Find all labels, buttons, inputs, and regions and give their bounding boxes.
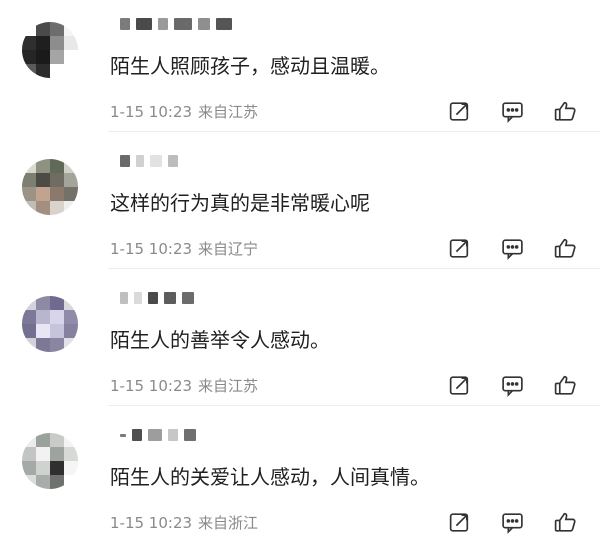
comment-meta: 1-15 10:23 来自辽宁: [110, 239, 258, 259]
avatar[interactable]: [22, 22, 78, 78]
like-icon[interactable]: [553, 99, 578, 124]
comment-icon[interactable]: [500, 236, 525, 261]
share-icon[interactable]: [447, 373, 472, 398]
comment-location: 来自辽宁: [198, 240, 259, 258]
divider: [108, 268, 600, 269]
comment-location: 来自江苏: [198, 103, 259, 121]
comment-actions: [447, 99, 578, 124]
comment-text: 这样的行为真的是非常暖心呢: [110, 191, 370, 215]
avatar[interactable]: [22, 159, 78, 215]
comment-actions: [447, 373, 578, 398]
share-icon[interactable]: [447, 99, 472, 124]
comment-actions: [447, 510, 578, 535]
comment-item: 陌生人的关爱让人感动，人间真情。 1-15 10:23 来自浙江: [0, 411, 600, 543]
username-redacted[interactable]: [120, 153, 178, 169]
share-icon[interactable]: [447, 510, 472, 535]
comment-time: 1-15 10:23: [110, 240, 193, 258]
divider: [108, 405, 600, 406]
comment-location: 来自江苏: [198, 377, 259, 395]
comment-item: 这样的行为真的是非常暖心呢 1-15 10:23 来自辽宁: [0, 137, 600, 269]
comment-item: 陌生人照顾孩子，感动且温暖。 1-15 10:23 来自江苏: [0, 0, 600, 132]
comment-text: 陌生人的善举令人感动。: [110, 328, 330, 352]
divider: [108, 131, 600, 132]
comment-meta: 1-15 10:23 来自浙江: [110, 513, 258, 533]
comment-icon[interactable]: [500, 510, 525, 535]
like-icon[interactable]: [553, 373, 578, 398]
comment-icon[interactable]: [500, 99, 525, 124]
comment-text: 陌生人照顾孩子，感动且温暖。: [110, 54, 390, 78]
comment-time: 1-15 10:23: [110, 377, 193, 395]
username-redacted[interactable]: [120, 16, 232, 32]
like-icon[interactable]: [553, 236, 578, 261]
like-icon[interactable]: [553, 510, 578, 535]
share-icon[interactable]: [447, 236, 472, 261]
avatar[interactable]: [22, 296, 78, 352]
comment-meta: 1-15 10:23 来自江苏: [110, 102, 258, 122]
comment-item: 陌生人的善举令人感动。 1-15 10:23 来自江苏: [0, 274, 600, 406]
comment-text: 陌生人的关爱让人感动，人间真情。: [110, 465, 430, 489]
comment-meta: 1-15 10:23 来自江苏: [110, 376, 258, 396]
comment-time: 1-15 10:23: [110, 103, 193, 121]
comment-location: 来自浙江: [198, 514, 259, 532]
avatar[interactable]: [22, 433, 78, 489]
comment-actions: [447, 236, 578, 261]
comment-time: 1-15 10:23: [110, 514, 193, 532]
username-redacted[interactable]: [120, 290, 194, 306]
comment-icon[interactable]: [500, 373, 525, 398]
username-redacted[interactable]: [120, 427, 196, 443]
